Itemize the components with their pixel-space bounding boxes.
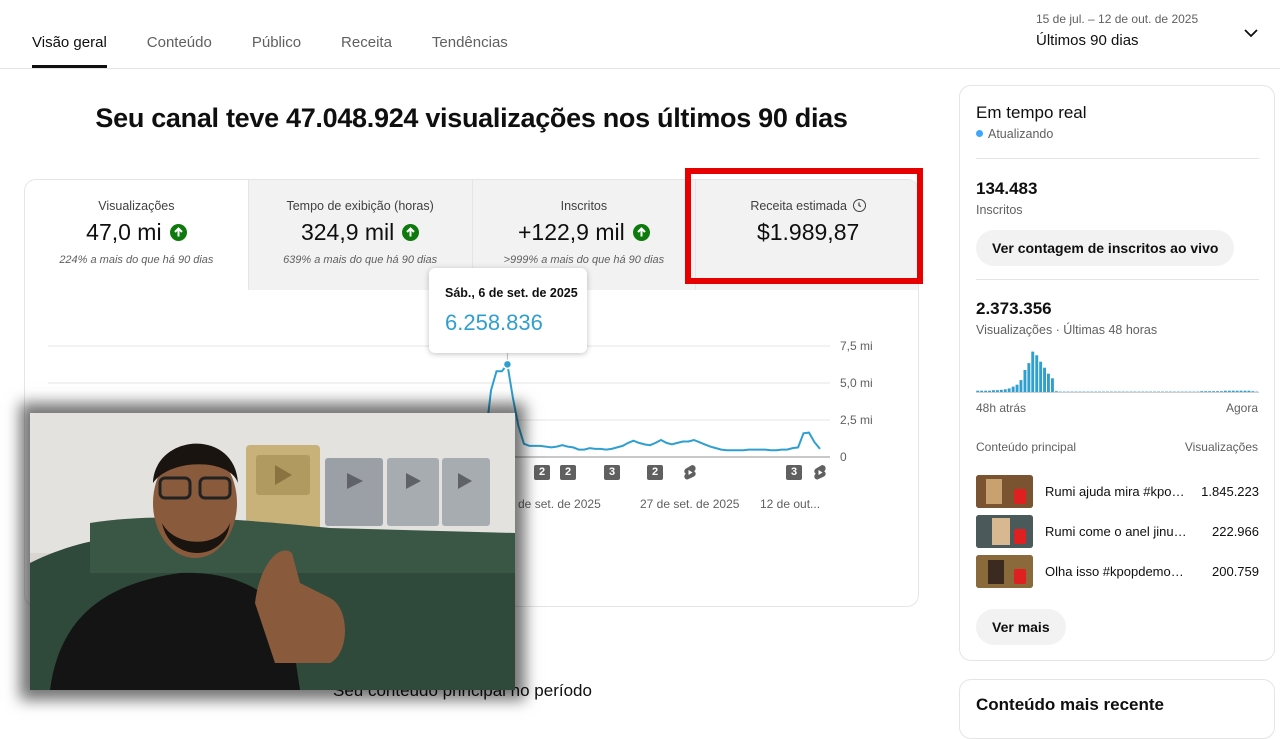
subscribers-label: Inscritos xyxy=(976,203,1023,217)
realtime-bar xyxy=(1023,370,1027,393)
y-tick-label: 5,0 mi xyxy=(840,376,873,390)
see-more-button[interactable]: Ver mais xyxy=(976,609,1066,645)
upload-count-badge[interactable]: 2 xyxy=(534,465,550,480)
video-thumbnail xyxy=(976,555,1033,588)
axis-end-label: Agora xyxy=(1225,401,1258,415)
video-views: 200.759 xyxy=(1212,564,1259,579)
divider xyxy=(976,279,1259,280)
tab-bar: Visão geral Conteúdo Público Receita Ten… xyxy=(32,0,548,69)
realtime-bar xyxy=(1051,378,1054,393)
y-tick-label: 2,5 mi xyxy=(840,413,873,427)
metric-comparison: >999% a mais do que há 90 dias xyxy=(503,254,665,266)
video-title: Rumi ajuda mira #kpopdemo... xyxy=(1045,484,1187,499)
video-views: 222.966 xyxy=(1212,524,1259,539)
arrow-up-icon xyxy=(402,224,420,241)
divider xyxy=(976,158,1259,159)
tab-trends[interactable]: Tendências xyxy=(432,0,508,69)
period-selector[interactable]: 15 de jul. – 12 de out. de 2025 Últimos … xyxy=(1036,12,1198,49)
period-label: Últimos 90 dias xyxy=(1036,32,1139,49)
metric-comparison: 639% a mais do que há 90 dias xyxy=(283,254,438,266)
metric-value: +122,9 mil xyxy=(517,219,625,245)
realtime-bar xyxy=(1031,351,1035,393)
metric-value: 324,9 mil xyxy=(300,219,395,245)
period-range: 15 de jul. – 12 de out. de 2025 xyxy=(1036,12,1199,26)
views-label: Visualizações · Últimas 48 horas xyxy=(976,323,1158,337)
realtime-status: Atualizando xyxy=(976,127,1053,141)
video-title: Olha isso #kpopdemonhunte... xyxy=(1045,564,1187,579)
realtime-bar xyxy=(1015,384,1019,393)
x-tick-label: 2 de set. de 2025 xyxy=(508,497,601,511)
realtime-bar-chart xyxy=(976,351,1259,393)
upload-count-badge[interactable]: 2 xyxy=(647,465,663,480)
realtime-bar xyxy=(1039,361,1043,393)
realtime-bar xyxy=(1035,355,1039,393)
list-item[interactable]: Rumi come o anel jinu #kpop... 222.966 xyxy=(976,515,1259,549)
upload-count-badge[interactable]: 3 xyxy=(786,465,802,480)
tab-content[interactable]: Conteúdo xyxy=(147,0,212,69)
top-bar: Visão geral Conteúdo Público Receita Ten… xyxy=(0,0,1280,69)
y-tick-label: 7,5 mi xyxy=(840,339,873,353)
video-title: Rumi come o anel jinu #kpop... xyxy=(1045,524,1187,539)
shorts-icon[interactable] xyxy=(683,464,697,481)
shorts-icon[interactable] xyxy=(813,464,827,481)
views-value: 2.373.356 xyxy=(976,299,1052,318)
list-item[interactable]: Rumi ajuda mira #kpopdemo... 1.845.223 xyxy=(976,475,1259,509)
top-content-header: Conteúdo principal xyxy=(976,440,1077,454)
video-views: 1.845.223 xyxy=(1201,484,1259,499)
metric-comparison: 224% a mais do que há 90 dias xyxy=(59,254,214,266)
x-tick-label: 27 de set. de 2025 xyxy=(640,497,740,511)
revenue-highlight-box xyxy=(685,168,923,284)
metric-title: Inscritos xyxy=(560,199,608,213)
list-item[interactable]: Olha isso #kpopdemonhunte... 200.759 xyxy=(976,555,1259,589)
upload-count-badge[interactable]: 3 xyxy=(604,465,620,480)
tooltip-date: Sáb., 6 de set. de 2025 xyxy=(445,286,578,300)
axis-start-label: 48h atrás xyxy=(976,401,1027,415)
chevron-down-icon[interactable] xyxy=(1242,24,1260,42)
x-tick-label: 12 de out... xyxy=(760,497,821,511)
arrow-up-icon xyxy=(632,224,650,241)
recent-content-panel: Conteúdo mais recente xyxy=(959,679,1275,739)
metric-title: Tempo de exibição (horas) xyxy=(286,199,434,213)
y-tick-label: 0 xyxy=(840,450,847,464)
tab-overview[interactable]: Visão geral xyxy=(32,0,107,69)
chart-tooltip: Sáb., 6 de set. de 2025 6.258.836 xyxy=(429,268,587,353)
realtime-title: Em tempo real xyxy=(976,103,1087,122)
tooltip-value: 6.258.836 xyxy=(445,310,543,335)
page-headline: Seu canal teve 47.048.924 visualizações … xyxy=(95,103,848,133)
realtime-bar xyxy=(1027,363,1031,393)
video-thumbnail xyxy=(976,475,1033,508)
recent-content-title: Conteúdo mais recente xyxy=(976,695,1164,714)
metric-value: 47,0 mi xyxy=(86,219,162,245)
realtime-panel: Em tempo real Atualizando 134.483 Inscri… xyxy=(959,85,1275,661)
subscribers-value: 134.483 xyxy=(976,179,1038,198)
tab-audience[interactable]: Público xyxy=(252,0,301,69)
webcam-image xyxy=(30,413,515,690)
metric-views[interactable]: Visualizações 47,0 mi 224% a mais do que… xyxy=(25,180,249,290)
tab-revenue[interactable]: Receita xyxy=(341,0,392,69)
realtime-bar xyxy=(1047,373,1050,393)
live-dot-icon xyxy=(976,130,983,137)
arrow-up-icon xyxy=(169,224,187,241)
upload-count-badge[interactable]: 2 xyxy=(560,465,576,480)
webcam-overlay xyxy=(30,413,515,690)
live-subscriber-count-button[interactable]: Ver contagem de inscritos ao vivo xyxy=(976,230,1235,266)
realtime-bar xyxy=(1019,380,1023,393)
views-header: Visualizações xyxy=(1184,440,1258,454)
metric-title: Visualizações xyxy=(98,199,175,213)
video-thumbnail xyxy=(976,515,1033,548)
realtime-bar xyxy=(1043,367,1046,393)
